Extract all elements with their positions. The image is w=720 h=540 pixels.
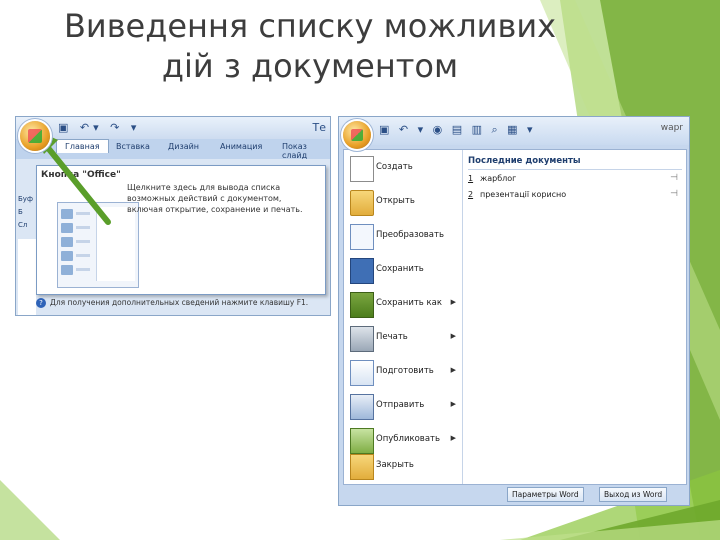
- preview-icon: [61, 223, 73, 233]
- exit-word-button[interactable]: Выход из Word: [599, 487, 668, 502]
- save-icon: [350, 258, 374, 284]
- save-as-icon: [350, 292, 374, 318]
- ribbon-tabs: Главная Вставка Дизайн Анимация Показ сл…: [16, 139, 330, 160]
- office-button[interactable]: [343, 121, 371, 149]
- close-folder-icon: [350, 454, 374, 480]
- preview-icon: [61, 265, 73, 275]
- quick-access-toolbar: ▣ ↶▾ ↷ ▾ Те: [16, 117, 330, 139]
- window-title-fragment: wapr: [660, 123, 683, 133]
- help-hint: ? Для получения дополнительных сведений н…: [36, 295, 328, 311]
- print-icon: [350, 326, 374, 352]
- menu-footer: Параметры Word Выход из Word: [343, 485, 685, 503]
- office-button-tooltip: Кнопка "Office" Щелкните здесь для вывод…: [36, 165, 326, 295]
- quick-access-toolbar: ▣ ↶ ▾ ◉ ▤ ▥ ⌕ ▦ ▾ wapr: [339, 117, 689, 145]
- preview-icon: [61, 251, 73, 261]
- recent-document-item[interactable]: 2 презентації корисно ⊣: [468, 189, 682, 204]
- office-menu: Создать Открыть Преобразовать Сохранить …: [343, 149, 687, 485]
- menu-commands: Создать Открыть Преобразовать Сохранить …: [344, 150, 463, 484]
- tab-animation[interactable]: Анимация: [220, 142, 262, 151]
- menu-item-convert[interactable]: Преобразовать: [344, 220, 462, 254]
- pin-icon[interactable]: ⊣: [670, 189, 678, 199]
- prepare-icon: [350, 360, 374, 386]
- submenu-arrow-icon: ▶: [450, 434, 456, 442]
- submenu-arrow-icon: ▶: [450, 298, 456, 306]
- qat-icons: ▣ ↶ ▾ ◉ ▤ ▥ ⌕ ▦ ▾: [379, 123, 536, 136]
- send-icon: [350, 394, 374, 420]
- tab-design[interactable]: Дизайн: [168, 142, 199, 151]
- menu-item-save[interactable]: Сохранить: [344, 254, 462, 288]
- tab-home[interactable]: Главная: [56, 139, 109, 153]
- pin-icon[interactable]: ⊣: [670, 173, 678, 183]
- office-menu-screenshot: ▣ ↶ ▾ ◉ ▤ ▥ ⌕ ▦ ▾ wapr Создать Открыть П…: [338, 116, 690, 506]
- qat-icons: ▣ ↶▾ ↷ ▾: [58, 121, 141, 134]
- office-tooltip-screenshot: ▣ ↶▾ ↷ ▾ Те Главная Вставка Дизайн Анима…: [15, 116, 331, 316]
- tab-slideshow[interactable]: Показ слайд: [282, 142, 330, 160]
- menu-item-open[interactable]: Открыть: [344, 186, 462, 220]
- open-folder-icon: [350, 190, 374, 216]
- recent-document-item[interactable]: 1 жарблог ⊣: [468, 173, 682, 188]
- new-doc-icon: [350, 156, 374, 182]
- office-button[interactable]: [20, 121, 50, 151]
- preview-icon: [61, 209, 73, 219]
- menu-item-prepare[interactable]: Подготовить ▶: [344, 356, 462, 390]
- preview-icon: [61, 237, 73, 247]
- recent-documents-heading: Последние документы: [468, 156, 682, 170]
- slide-title: Виведення списку можливих дій з документ…: [63, 7, 557, 85]
- menu-item-new[interactable]: Создать: [344, 152, 462, 186]
- word-options-button[interactable]: Параметры Word: [507, 487, 584, 502]
- submenu-arrow-icon: ▶: [450, 332, 456, 340]
- menu-item-save-as[interactable]: Сохранить как ▶: [344, 288, 462, 322]
- menu-item-send[interactable]: Отправить ▶: [344, 390, 462, 424]
- submenu-arrow-icon: ▶: [450, 400, 456, 408]
- convert-icon: [350, 224, 374, 250]
- submenu-arrow-icon: ▶: [450, 366, 456, 374]
- window-title-fragment: Те: [312, 121, 327, 134]
- tooltip-title: Кнопка "Office": [41, 170, 121, 180]
- menu-item-print[interactable]: Печать ▶: [344, 322, 462, 356]
- help-text: Для получения дополнительных сведений на…: [50, 298, 309, 307]
- tab-insert[interactable]: Вставка: [116, 142, 150, 151]
- help-icon: ?: [36, 298, 46, 308]
- menu-item-close[interactable]: Закрыть: [344, 450, 462, 484]
- tooltip-description: Щелкните здесь для вывода списка возможн…: [127, 183, 303, 214]
- slide-pane: [18, 239, 36, 315]
